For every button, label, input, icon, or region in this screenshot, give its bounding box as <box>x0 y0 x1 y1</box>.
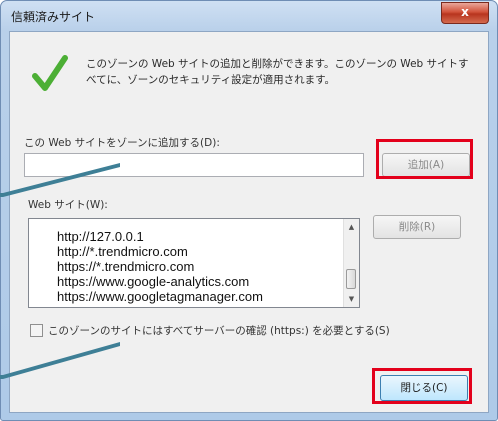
dialog-title: 信頼済みサイト <box>11 10 96 24</box>
dialog-body: このゾーンの Web サイトの追加と削除ができます。このゾーンの Web サイト… <box>9 31 489 413</box>
title-bar[interactable]: 信頼済みサイト x <box>1 1 497 31</box>
zone-description: このゾーンの Web サイトの追加と削除ができます。このゾーンの Web サイト… <box>86 58 469 86</box>
add-site-input[interactable] <box>24 153 364 177</box>
scroll-down-arrow-icon[interactable]: ▼ <box>345 292 358 306</box>
list-item[interactable]: https://www.googletagmanager.com <box>57 289 263 304</box>
list-item[interactable]: http://127.0.0.1 <box>57 229 263 244</box>
websites-label: Web サイト(W): <box>28 199 108 211</box>
list-item[interactable]: https://www.google-analytics.com <box>57 274 263 289</box>
list-item[interactable]: https://*.trendmicro.com <box>57 259 263 274</box>
trusted-sites-dialog: 信頼済みサイト x このゾーンの Web サイトの追加と削除ができます。このゾー… <box>0 0 498 421</box>
scroll-up-arrow-icon[interactable]: ▲ <box>345 220 358 234</box>
window-close-button[interactable]: x <box>441 2 489 24</box>
list-scrollbar[interactable]: ▲ ▼ <box>343 219 359 307</box>
add-button[interactable]: 追加(A) <box>382 153 470 177</box>
remove-button[interactable]: 削除(R) <box>373 215 461 239</box>
websites-list[interactable]: http://127.0.0.1 http://*.trendmicro.com… <box>28 218 360 308</box>
close-button[interactable]: 閉じる(C) <box>380 375 468 401</box>
checkmark-icon <box>32 55 68 91</box>
add-site-label: この Web サイトをゾーンに追加する(D): <box>24 137 220 149</box>
list-item[interactable]: http://*.trendmicro.com <box>57 244 263 259</box>
https-checkbox-label[interactable]: このゾーンのサイトにはすべてサーバーの確認 (https:) を必要とする(S) <box>48 323 390 338</box>
https-checkbox[interactable] <box>30 324 43 337</box>
scroll-thumb[interactable] <box>346 269 356 289</box>
